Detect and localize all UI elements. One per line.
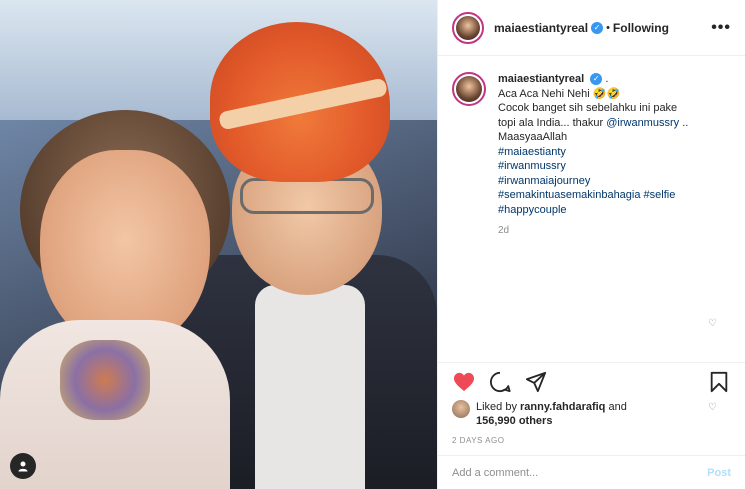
comment-icon[interactable]	[488, 370, 512, 394]
following-button[interactable]: Following	[613, 21, 669, 35]
user-tag-icon[interactable]	[10, 453, 36, 479]
comment-like-heart-icon[interactable]: ♡	[708, 318, 717, 329]
action-bar	[438, 362, 745, 400]
post-photo[interactable]	[0, 0, 437, 489]
instagram-post: maiaestiantyreal ✓ • Following ••• maiae…	[0, 0, 745, 489]
hashtag-link[interactable]: #happycouple	[498, 203, 688, 218]
hashtag-link[interactable]: #maiaestianty	[498, 145, 688, 160]
post-header: maiaestiantyreal ✓ • Following •••	[438, 0, 745, 56]
heart-icon[interactable]	[452, 370, 476, 394]
likes-prefix: Liked by	[476, 401, 521, 413]
caption-line-1: .	[605, 73, 609, 85]
profile-avatar[interactable]	[452, 11, 484, 44]
likes-count[interactable]: 156,990 others	[476, 415, 552, 427]
caption: maiaestiantyreal ✓ . Aca Aca Nehi Nehi 🤣…	[452, 72, 731, 217]
caption-line-3: Cocok banget sih sebelahku ini pake	[498, 102, 678, 114]
bookmark-icon[interactable]	[707, 370, 731, 394]
man-shirt	[255, 285, 365, 489]
man-glasses	[240, 178, 374, 214]
add-comment-bar: Post	[438, 455, 745, 489]
caption-username[interactable]: maiaestiantyreal	[498, 73, 584, 85]
hashtag-link[interactable]: #irwanmussry	[498, 160, 566, 172]
post-sidebar: maiaestiantyreal ✓ • Following ••• maiae…	[437, 0, 745, 489]
header-username[interactable]: maiaestiantyreal	[494, 21, 588, 35]
header-separator: •	[606, 21, 610, 34]
hashtag-link[interactable]: #semakintuasemakinbahagia	[498, 189, 640, 201]
woman-necklace	[60, 340, 150, 420]
verified-badge-icon: ✓	[590, 73, 603, 86]
post-button[interactable]: Post	[707, 467, 731, 479]
likes-summary: Liked by ranny.fahdarafiq and 156,990 ot…	[438, 400, 745, 428]
comment-input[interactable]	[452, 466, 708, 479]
caption-line-2: Aca Aca Nehi Nehi 🤣🤣	[498, 87, 621, 100]
comment-like-heart-icon[interactable]: ♡	[708, 402, 717, 413]
caption-line-4a: topi ala India... thakur	[498, 116, 607, 129]
likes-and: and	[605, 401, 627, 413]
caption-line-5: MaasyaaAllah	[498, 131, 568, 143]
caption-text: maiaestiantyreal ✓ . Aca Aca Nehi Nehi 🤣…	[498, 72, 688, 217]
post-date: 2 DAYS AGO	[452, 436, 505, 445]
hashtag-link[interactable]: #irwanmaiajourney	[498, 174, 688, 189]
mention-link[interactable]: @irwanmussry	[606, 117, 679, 129]
caption-line-4b: ..	[679, 116, 689, 129]
verified-badge-icon: ✓	[591, 21, 604, 34]
caption-avatar[interactable]	[452, 72, 486, 106]
more-options-button[interactable]: •••	[711, 19, 731, 37]
hashtag-link[interactable]: #selfie	[644, 189, 676, 201]
caption-timestamp: 2d	[498, 225, 510, 236]
liker-username[interactable]: ranny.fahdarafiq	[520, 401, 605, 413]
liker-avatar[interactable]	[452, 400, 470, 418]
share-icon[interactable]	[524, 370, 548, 394]
comments-section: maiaestiantyreal ✓ . Aca Aca Nehi Nehi 🤣…	[438, 56, 745, 413]
